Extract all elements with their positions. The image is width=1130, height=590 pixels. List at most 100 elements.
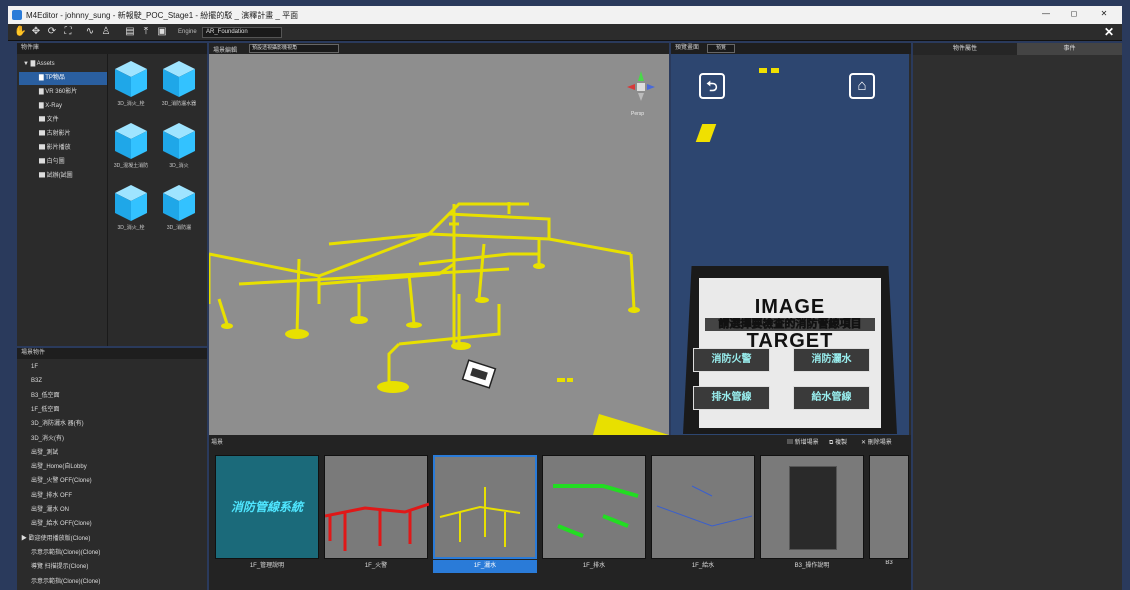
tab-events[interactable]: 事件 — [1017, 43, 1122, 55]
copy-scene-button[interactable]: ⧉ 複製 — [829, 437, 847, 447]
preview-select[interactable]: 預覽 — [707, 44, 735, 53]
engine-select[interactable]: AR_Foundation — [202, 27, 282, 38]
scene-thumbnail-label: 1F_排水 — [582, 563, 606, 569]
app-logo-icon — [12, 10, 22, 20]
new-file-icon[interactable]: ▤ — [124, 26, 136, 38]
scene-tree-item[interactable]: ▶ 歡迎使用播放版(Clone) — [21, 532, 90, 546]
fire-alarm-button[interactable]: 消防火警 — [693, 348, 770, 372]
scene-thumbnail[interactable] — [542, 455, 646, 559]
cube-asset-icon[interactable] — [161, 59, 197, 99]
tree-root-assets[interactable]: ▼ ▇ Assets — [19, 58, 107, 71]
asset-label: 3D_消火 — [169, 163, 189, 169]
asset-label: 3D_消防灑水器 — [161, 101, 197, 107]
tree-folder-label: 影片播放 — [46, 145, 71, 151]
scene-tree-item[interactable]: 出發_測試 — [31, 446, 58, 460]
sprinkler-pipe-preview — [439, 487, 521, 547]
preview-header: 預覽畫面 預覽 — [671, 43, 911, 54]
instruction-card-preview — [789, 466, 837, 550]
close-icon[interactable]: ✕ — [1104, 25, 1114, 39]
axis-gizmo[interactable] — [621, 67, 661, 107]
sprinkler-button[interactable]: 消防灑水 — [793, 348, 870, 372]
cube-asset-icon[interactable] — [113, 121, 149, 161]
scene-thumbnail-label: 1F_給水 — [691, 563, 715, 569]
scene-tree-item[interactable]: 出發_排水 OFF — [31, 489, 72, 503]
scene-tree-item[interactable]: 1F_低空面 — [31, 403, 59, 417]
water-pipe-preview — [656, 485, 753, 527]
pulse-tool-icon[interactable]: ∿ — [84, 26, 96, 38]
viewport[interactable]: 場景編輯 預設透視攝影機視角 Persp — [209, 43, 669, 435]
tab-properties[interactable]: 物件屬性 — [913, 43, 1017, 55]
scene-tree-item[interactable]: B3_低空面 — [31, 389, 60, 403]
close-window-button[interactable]: ✕ — [1098, 9, 1110, 18]
rotate-tool-icon[interactable]: ⟳ — [46, 26, 58, 38]
tree-folder[interactable]: ▇ 影片播放 — [19, 142, 107, 155]
add-scene-button[interactable]: ▤ 新增場景 — [787, 437, 819, 446]
folder-icon: ▇ — [39, 131, 47, 137]
viewport-title: 場景編輯 — [213, 48, 238, 54]
cube-asset-icon[interactable] — [113, 183, 149, 223]
thumb-title-text: 消防管線系統 — [230, 500, 303, 514]
drain-pipe-button[interactable]: 排水管線 — [693, 386, 770, 410]
minimize-button[interactable]: — — [1040, 9, 1052, 18]
scene-thumbnail[interactable] — [433, 455, 537, 559]
person-tool-icon[interactable]: ♙ — [100, 26, 112, 38]
add-scene-icon: ▤ — [787, 440, 795, 446]
scene-thumbnail-label: 1F_火警 — [364, 563, 388, 569]
toolbar: ✋ ✥ ⟳ ⛶ ∿ ♙ ▤ ⤒ ▣ Engine AR_Foundation ✕ — [8, 24, 1122, 41]
back-button[interactable]: ⮌ — [699, 73, 725, 99]
marker-dots — [759, 68, 779, 73]
scene-tree-item[interactable]: 出發_火警 OFF(Clone) — [31, 474, 92, 488]
delete-icon: ✕ — [861, 440, 868, 446]
tree-folder-label: 古射影片 — [46, 131, 71, 137]
cube-asset-icon[interactable] — [113, 59, 149, 99]
camera-select[interactable]: 預設透視攝影機視角 — [249, 44, 339, 53]
folder-icon: ▇ — [39, 117, 47, 123]
scale-tool-icon[interactable]: ⛶ — [62, 26, 74, 38]
home-button[interactable]: ⌂ — [849, 73, 875, 99]
scene-tree-item[interactable]: 出發_灑水 ON — [31, 503, 69, 517]
scene-thumbnail[interactable] — [760, 455, 864, 559]
tree-folder[interactable]: ▇ TP物品 — [19, 72, 107, 85]
scene-thumbnail[interactable] — [324, 455, 430, 559]
scene-tree-item[interactable]: 3D_消防灑水 器(有) — [31, 417, 84, 431]
maximize-button[interactable]: ◻ — [1068, 9, 1080, 18]
tree-folder[interactable]: ▇ 古射影片 — [19, 128, 107, 141]
scene-thumbnail[interactable] — [651, 455, 755, 559]
tree-folder-label: VR 360影片 — [45, 89, 78, 95]
hand-tool-icon[interactable]: ✋ — [14, 26, 26, 38]
scene-thumbnail-label: 1F_灑水 — [433, 560, 537, 573]
scene-tree-item[interactable]: 出發_給水 OFF(Clone) — [31, 517, 92, 531]
scene-thumbnail[interactable]: 消防管線系統 — [215, 455, 319, 559]
delete-label: 刪除場景 — [867, 440, 892, 446]
scene-tree-item[interactable]: 示意示範指(Clone)(Clone) — [31, 546, 100, 560]
cube-asset-icon[interactable] — [161, 121, 197, 161]
scene-thumbnail-label: 1F_管理說明 — [249, 563, 285, 569]
scene-tree-item[interactable]: 出發_Home(自Lobby — [31, 460, 87, 474]
tree-folder[interactable]: ▇ X-Ray — [19, 100, 107, 113]
scene-tree-item[interactable]: 導覽 扫描提示(Clone) — [31, 560, 88, 574]
tree-folder[interactable]: ▇ 試辦(試圖 — [19, 170, 107, 183]
scene-tree-item[interactable]: 示意示範指(Clone)(Clone) — [31, 575, 100, 589]
tree-folder[interactable]: ▇ 白勻圖 — [19, 156, 107, 169]
target-line1: IMAGE — [754, 296, 826, 318]
viewport-header: 場景編輯 預設透視攝影機視角 — [209, 43, 669, 54]
upload-icon[interactable]: ⤒ — [140, 26, 152, 38]
tree-root-label: Assets — [36, 61, 55, 67]
scene-tree-item[interactable]: 1F — [31, 360, 38, 374]
asset-label: 3D_消火_栓 — [117, 101, 145, 107]
cube-asset-icon[interactable] — [161, 183, 197, 223]
save-icon[interactable]: ▣ — [156, 26, 168, 38]
scene-thumbnail[interactable] — [869, 455, 909, 559]
scene-tree-item[interactable]: 3D_消火(有) — [31, 432, 64, 446]
tree-folder[interactable]: ▇ 文件 — [19, 114, 107, 127]
phone-preview-panel: 預覽畫面 預覽 ⮌ ⌂ IMAGE TARGET 請選擇要檢查的消防管線項目 消… — [671, 43, 911, 435]
move-tool-icon[interactable]: ✥ — [30, 26, 42, 38]
add-scene-label: 新增場景 — [794, 440, 819, 446]
home-icon: ⌂ — [857, 77, 867, 94]
ar-screen: ⮌ ⌂ IMAGE TARGET 請選擇要檢查的消防管線項目 消防火警 消防灑水… — [671, 54, 909, 435]
tree-folder[interactable]: ▇ VR 360影片 — [19, 86, 107, 99]
water-supply-button[interactable]: 給水管線 — [793, 386, 870, 410]
delete-scene-button[interactable]: ✕ 刪除場景 — [861, 437, 892, 446]
asset-label: 3D_混凝土消防 — [113, 163, 149, 169]
scene-tree-item[interactable]: B3Z — [31, 374, 42, 388]
